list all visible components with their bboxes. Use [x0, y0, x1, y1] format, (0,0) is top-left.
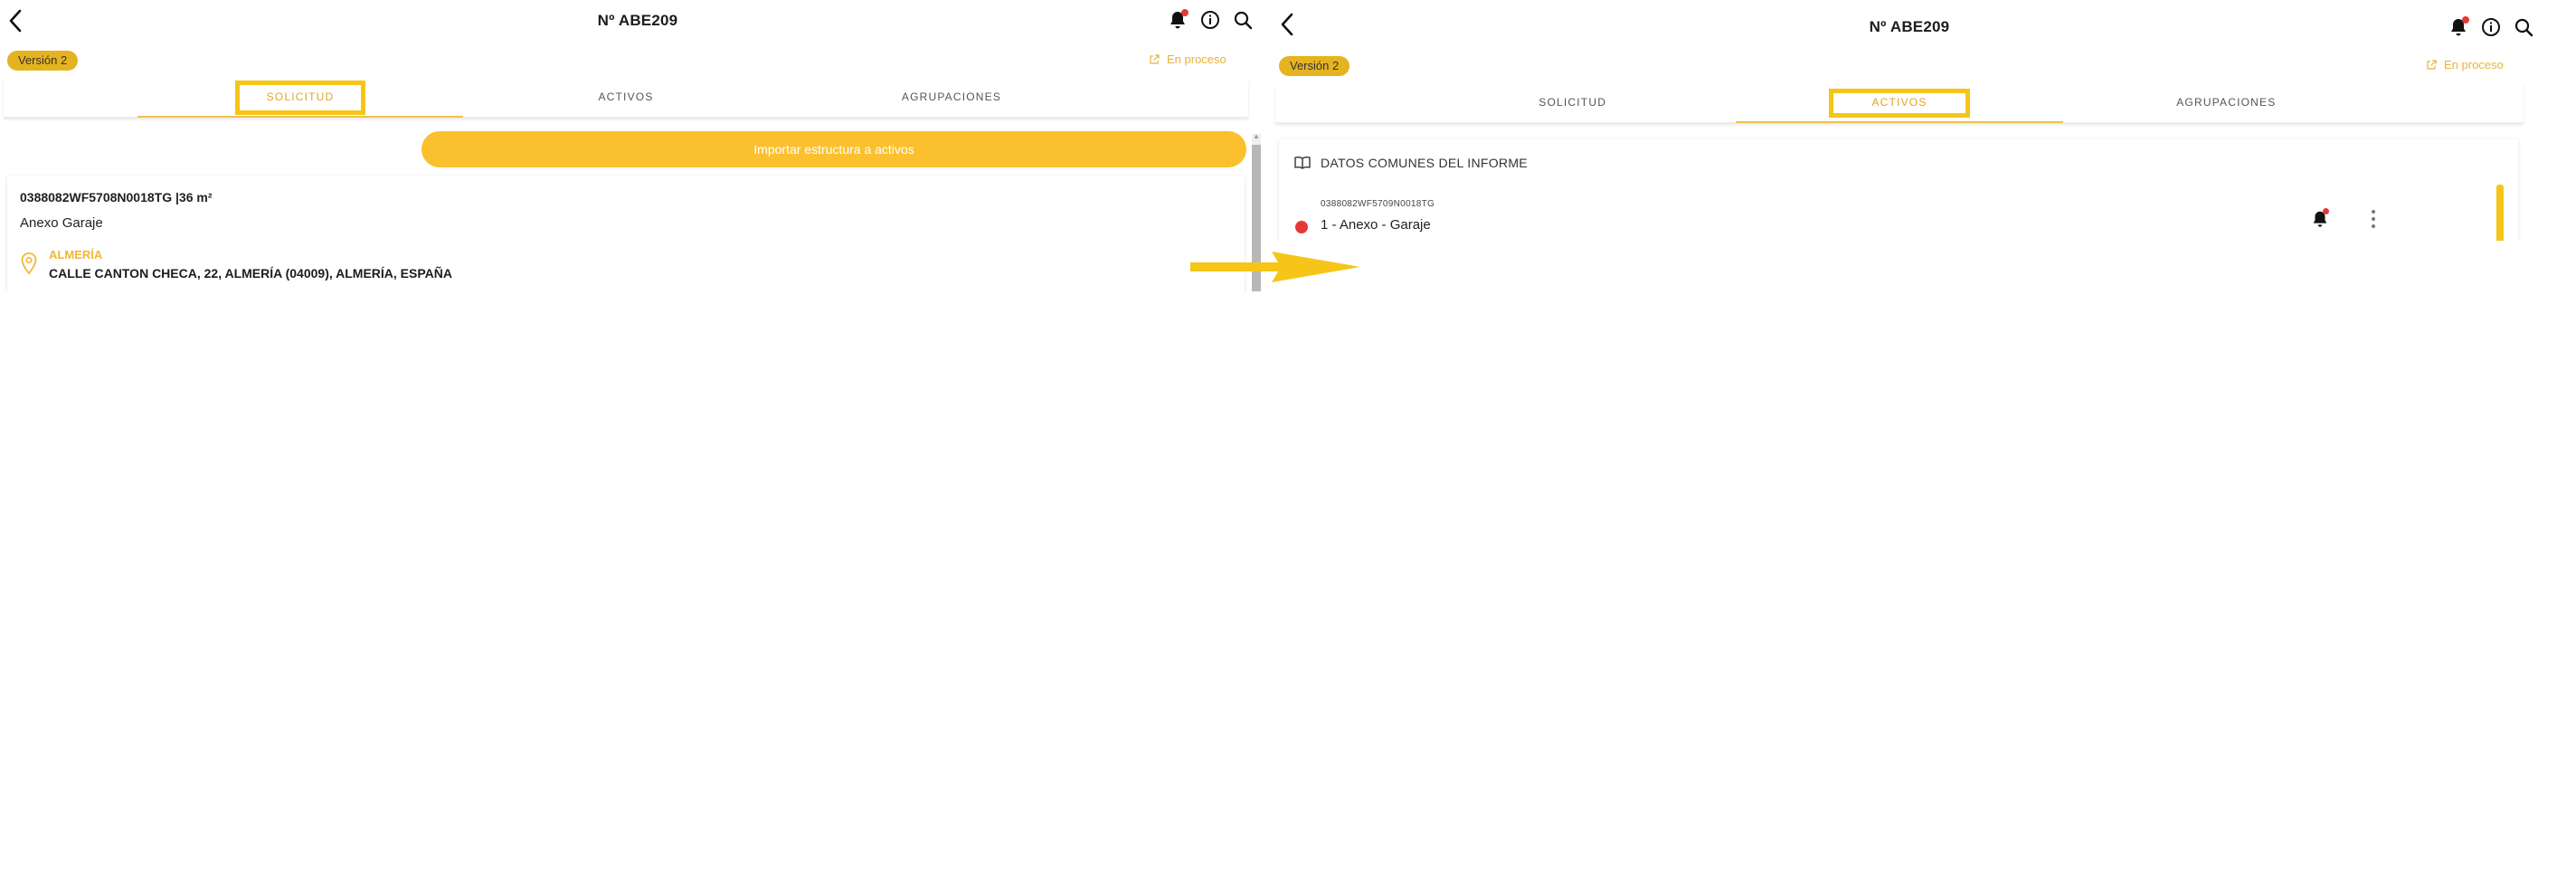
app-header: Nº ABE209	[1272, 4, 2547, 51]
location-pin-icon	[20, 252, 38, 275]
status-text: En proceso	[2444, 58, 2504, 71]
tab-solicitud[interactable]: SOLICITUD	[137, 78, 463, 118]
tab-highlight-box	[235, 80, 365, 115]
screen-solicitud: Nº ABE209 Versión 2 En proceso SOLICITUD…	[0, 0, 1275, 291]
book-icon	[1294, 156, 1311, 169]
asset-city: ALMERÍA	[49, 248, 103, 262]
search-icon[interactable]	[1232, 9, 1254, 31]
notification-dot	[2323, 208, 2329, 214]
scrollbar-thumb[interactable]	[2496, 185, 2504, 241]
tab-activos[interactable]: ACTIVOS	[463, 78, 789, 117]
asset-status-dot	[1295, 221, 1308, 233]
asset-card[interactable]: 0388082WF5708N0018TG |36 m² Anexo Garaje…	[7, 176, 1245, 291]
tab-bar: SOLICITUD ACTIVOS AGRUPACIONES	[1275, 83, 2524, 123]
bell-icon[interactable]	[2310, 208, 2330, 230]
scroll-up-arrow-icon[interactable]: ▲	[1252, 132, 1261, 141]
tab-label: AGRUPACIONES	[2176, 96, 2277, 109]
header-actions	[2448, 16, 2534, 38]
info-icon[interactable]	[2480, 16, 2502, 38]
status-label[interactable]: En proceso	[1149, 52, 1226, 66]
bell-icon[interactable]	[2448, 16, 2469, 38]
tab-activos[interactable]: ACTIVOS	[1736, 83, 2063, 123]
tab-label: ACTIVOS	[598, 90, 654, 103]
bell-icon[interactable]	[1167, 9, 1189, 31]
notification-dot	[1181, 9, 1189, 16]
page-title: Nº ABE209	[597, 12, 678, 29]
info-icon[interactable]	[1199, 9, 1221, 31]
tab-agrupaciones[interactable]: AGRUPACIONES	[2063, 83, 2390, 122]
report-section-title: DATOS COMUNES DEL INFORME	[1321, 156, 1528, 170]
asset-type: Anexo Garaje	[20, 215, 103, 231]
page-title: Nº ABE209	[1869, 18, 1950, 35]
tab-bar: SOLICITUD ACTIVOS AGRUPACIONES	[4, 78, 1248, 118]
header-actions	[1167, 9, 1254, 31]
screen-activos: Nº ABE209 Versión 2 En proceso SOLICITUD…	[1272, 4, 2547, 241]
app-header: Nº ABE209	[0, 0, 1275, 47]
more-vertical-icon[interactable]	[2366, 208, 2381, 230]
version-badge[interactable]: Versión 2	[7, 51, 79, 71]
tab-solicitud[interactable]: SOLICITUD	[1409, 83, 1736, 122]
asset-code: 0388082WF5709N0018TG	[1321, 199, 1435, 209]
asset-reference: 0388082WF5708N0018TG |36 m²	[20, 190, 213, 204]
status-label[interactable]: En proceso	[2426, 58, 2504, 71]
version-badge[interactable]: Versión 2	[1279, 56, 1350, 76]
status-text: En proceso	[1167, 52, 1226, 66]
notification-dot	[2462, 16, 2469, 24]
asset-row-name[interactable]: 1 - Anexo - Garaje	[1321, 217, 1431, 233]
report-section-header[interactable]: DATOS COMUNES DEL INFORME	[1293, 156, 1528, 170]
report-common-data-panel: DATOS COMUNES DEL INFORME 0388082WF5709N…	[1279, 139, 2518, 241]
import-structure-button[interactable]: Importar estructura a activos	[421, 131, 1246, 167]
external-link-icon	[2427, 59, 2437, 70]
tab-agrupaciones[interactable]: AGRUPACIONES	[789, 78, 1114, 117]
tab-label: SOLICITUD	[1539, 96, 1607, 109]
transition-arrow-icon	[1190, 252, 1360, 282]
tab-highlight-box	[1828, 88, 1970, 118]
external-link-icon	[1150, 53, 1160, 64]
asset-address: CALLE CANTON CHECA, 22, ALMERÍA (04009),…	[49, 266, 452, 281]
tab-label: AGRUPACIONES	[901, 90, 1002, 103]
search-icon[interactable]	[2513, 16, 2534, 38]
